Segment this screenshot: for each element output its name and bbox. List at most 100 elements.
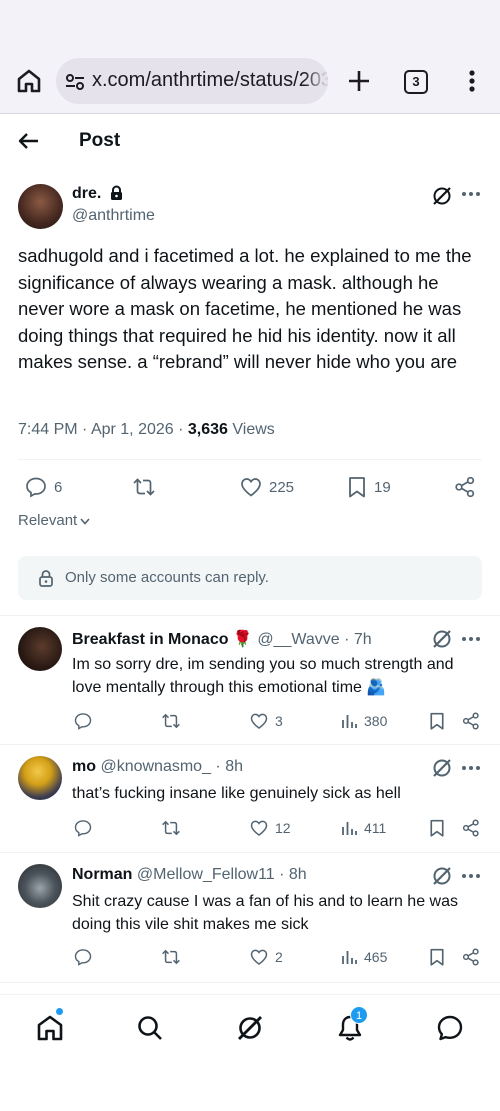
author-handle[interactable]: @anthrtime: [72, 207, 155, 225]
repost-button[interactable]: [160, 711, 182, 731]
back-arrow-icon[interactable]: [16, 128, 42, 154]
views-chart-icon: [342, 822, 357, 835]
like-button[interactable]: 2: [249, 947, 283, 967]
reply-author-handle[interactable]: @__Wavve: [257, 631, 339, 648]
views-label: Views: [232, 421, 275, 438]
author-name[interactable]: dre.: [72, 185, 101, 203]
reply-button[interactable]: [73, 711, 93, 731]
more-options-icon[interactable]: [460, 634, 482, 644]
bookmark-icon: [430, 819, 444, 837]
reply-separator: ·: [339, 631, 354, 648]
heart-icon: [250, 949, 268, 966]
more-options-icon[interactable]: [460, 763, 482, 773]
grok-icon[interactable]: [431, 185, 453, 207]
notifications-badge: 1: [350, 1006, 368, 1024]
reply-avatar[interactable]: [18, 864, 62, 908]
site-settings-icon[interactable]: [64, 71, 86, 93]
nav-search-icon[interactable]: [135, 1013, 165, 1043]
reply-author-handle[interactable]: @knownasmo_: [100, 758, 211, 775]
repost-button[interactable]: [160, 947, 182, 967]
sort-replies-dropdown[interactable]: Relevant: [18, 512, 91, 529]
reply-avatar[interactable]: [18, 756, 62, 800]
reply-author-handle[interactable]: @Mellow_Fellow11: [137, 866, 275, 883]
repost-button[interactable]: [131, 475, 157, 499]
share-icon: [462, 712, 479, 730]
divider: [18, 459, 482, 460]
reply-separator: ·: [274, 866, 289, 883]
like-button[interactable]: 225: [239, 475, 294, 499]
share-button[interactable]: [461, 818, 481, 838]
views-button[interactable]: 380: [340, 711, 387, 731]
reply-separator: ·: [210, 758, 226, 775]
repost-icon: [162, 949, 180, 965]
reply-header: mo @knownasmo_ · 8h: [72, 758, 243, 776]
chevron-down-icon: [80, 517, 90, 525]
nav-home-icon[interactable]: [35, 1013, 65, 1043]
reply-button[interactable]: [73, 947, 93, 967]
nav-messages-icon[interactable]: [435, 1013, 465, 1043]
reply-header: Norman @Mellow_Fellow11 · 8h: [72, 866, 307, 884]
address-bar[interactable]: x.com/anthrtime/status/203: [56, 58, 328, 104]
heart-icon: [250, 713, 268, 730]
reply-item[interactable]: Breakfast in Monaco 🌹 @__Wavve · 7h Im s…: [0, 615, 500, 745]
like-button[interactable]: 3: [249, 711, 283, 731]
views-count: 3,636: [187, 421, 228, 438]
bookmark-button[interactable]: [428, 711, 446, 731]
grok-icon[interactable]: [431, 757, 453, 779]
browser-menu-icon[interactable]: [458, 66, 486, 96]
reply-author-name[interactable]: mo: [72, 758, 96, 775]
views-count: 380: [364, 713, 388, 729]
reply-author-name[interactable]: Norman: [72, 866, 132, 883]
reply-button[interactable]: 6: [24, 475, 62, 499]
bookmark-icon: [430, 712, 444, 730]
repost-icon: [162, 820, 180, 836]
repost-button[interactable]: [160, 818, 182, 838]
grok-icon[interactable]: [431, 628, 453, 650]
views-button[interactable]: 465: [340, 947, 387, 967]
like-button[interactable]: 12: [249, 818, 291, 838]
views-button[interactable]: 411: [340, 818, 386, 838]
home-unread-dot: [56, 1008, 63, 1015]
author-avatar[interactable]: [18, 184, 63, 229]
like-count: 2: [275, 949, 283, 965]
reply-text: that’s fucking insane like genuinely sic…: [72, 785, 401, 802]
views-chart-icon: [342, 951, 357, 964]
share-button[interactable]: [461, 947, 481, 967]
post-date[interactable]: Apr 1, 2026: [91, 421, 174, 438]
bookmark-button[interactable]: [428, 818, 446, 838]
new-tab-icon[interactable]: [344, 66, 374, 96]
more-options-icon[interactable]: [460, 189, 482, 199]
reply-time[interactable]: 8h: [225, 758, 243, 775]
bottom-nav: 1: [0, 994, 500, 1111]
bookmark-button[interactable]: 19: [346, 475, 391, 499]
reply-time[interactable]: 7h: [354, 631, 372, 648]
meta-separator: ·: [173, 421, 188, 438]
home-icon[interactable]: [14, 66, 44, 96]
url-text: x.com/anthrtime/status/203: [92, 69, 328, 91]
bookmark-button[interactable]: [428, 947, 446, 967]
page-title: Post: [79, 130, 121, 151]
share-button[interactable]: [453, 475, 477, 499]
more-options-icon[interactable]: [460, 871, 482, 881]
reply-time[interactable]: 8h: [289, 866, 307, 883]
like-count: 3: [275, 713, 283, 729]
reply-avatar[interactable]: [18, 627, 62, 671]
reply-count: 6: [54, 478, 63, 496]
share-button[interactable]: [461, 711, 481, 731]
reply-item[interactable]: Norman @Mellow_Fellow11 · 8h Shit crazy …: [0, 852, 500, 982]
grok-icon[interactable]: [431, 865, 453, 887]
sort-label: Relevant: [18, 512, 78, 529]
repost-icon: [162, 713, 180, 729]
reply-author-name[interactable]: Breakfast in Monaco 🌹: [72, 631, 253, 648]
reply-text: Shit crazy cause I was a fan of his and …: [72, 893, 458, 933]
reply-text: Im so sorry dre, im sending you so much …: [72, 656, 454, 696]
views-chart-icon: [342, 715, 357, 728]
nav-grok-icon[interactable]: [235, 1013, 265, 1043]
bookmark-icon: [349, 477, 365, 498]
tab-switcher-button[interactable]: 3: [404, 70, 428, 94]
reply-header: Breakfast in Monaco 🌹 @__Wavve · 7h: [72, 629, 372, 649]
post-time[interactable]: 7:44 PM: [18, 421, 78, 438]
reply-item[interactable]: mo @knownasmo_ · 8h that’s fucking insan…: [0, 744, 500, 852]
post-text: sadhugold and i facetimed a lot. he expl…: [18, 245, 472, 373]
reply-button[interactable]: [73, 818, 93, 838]
